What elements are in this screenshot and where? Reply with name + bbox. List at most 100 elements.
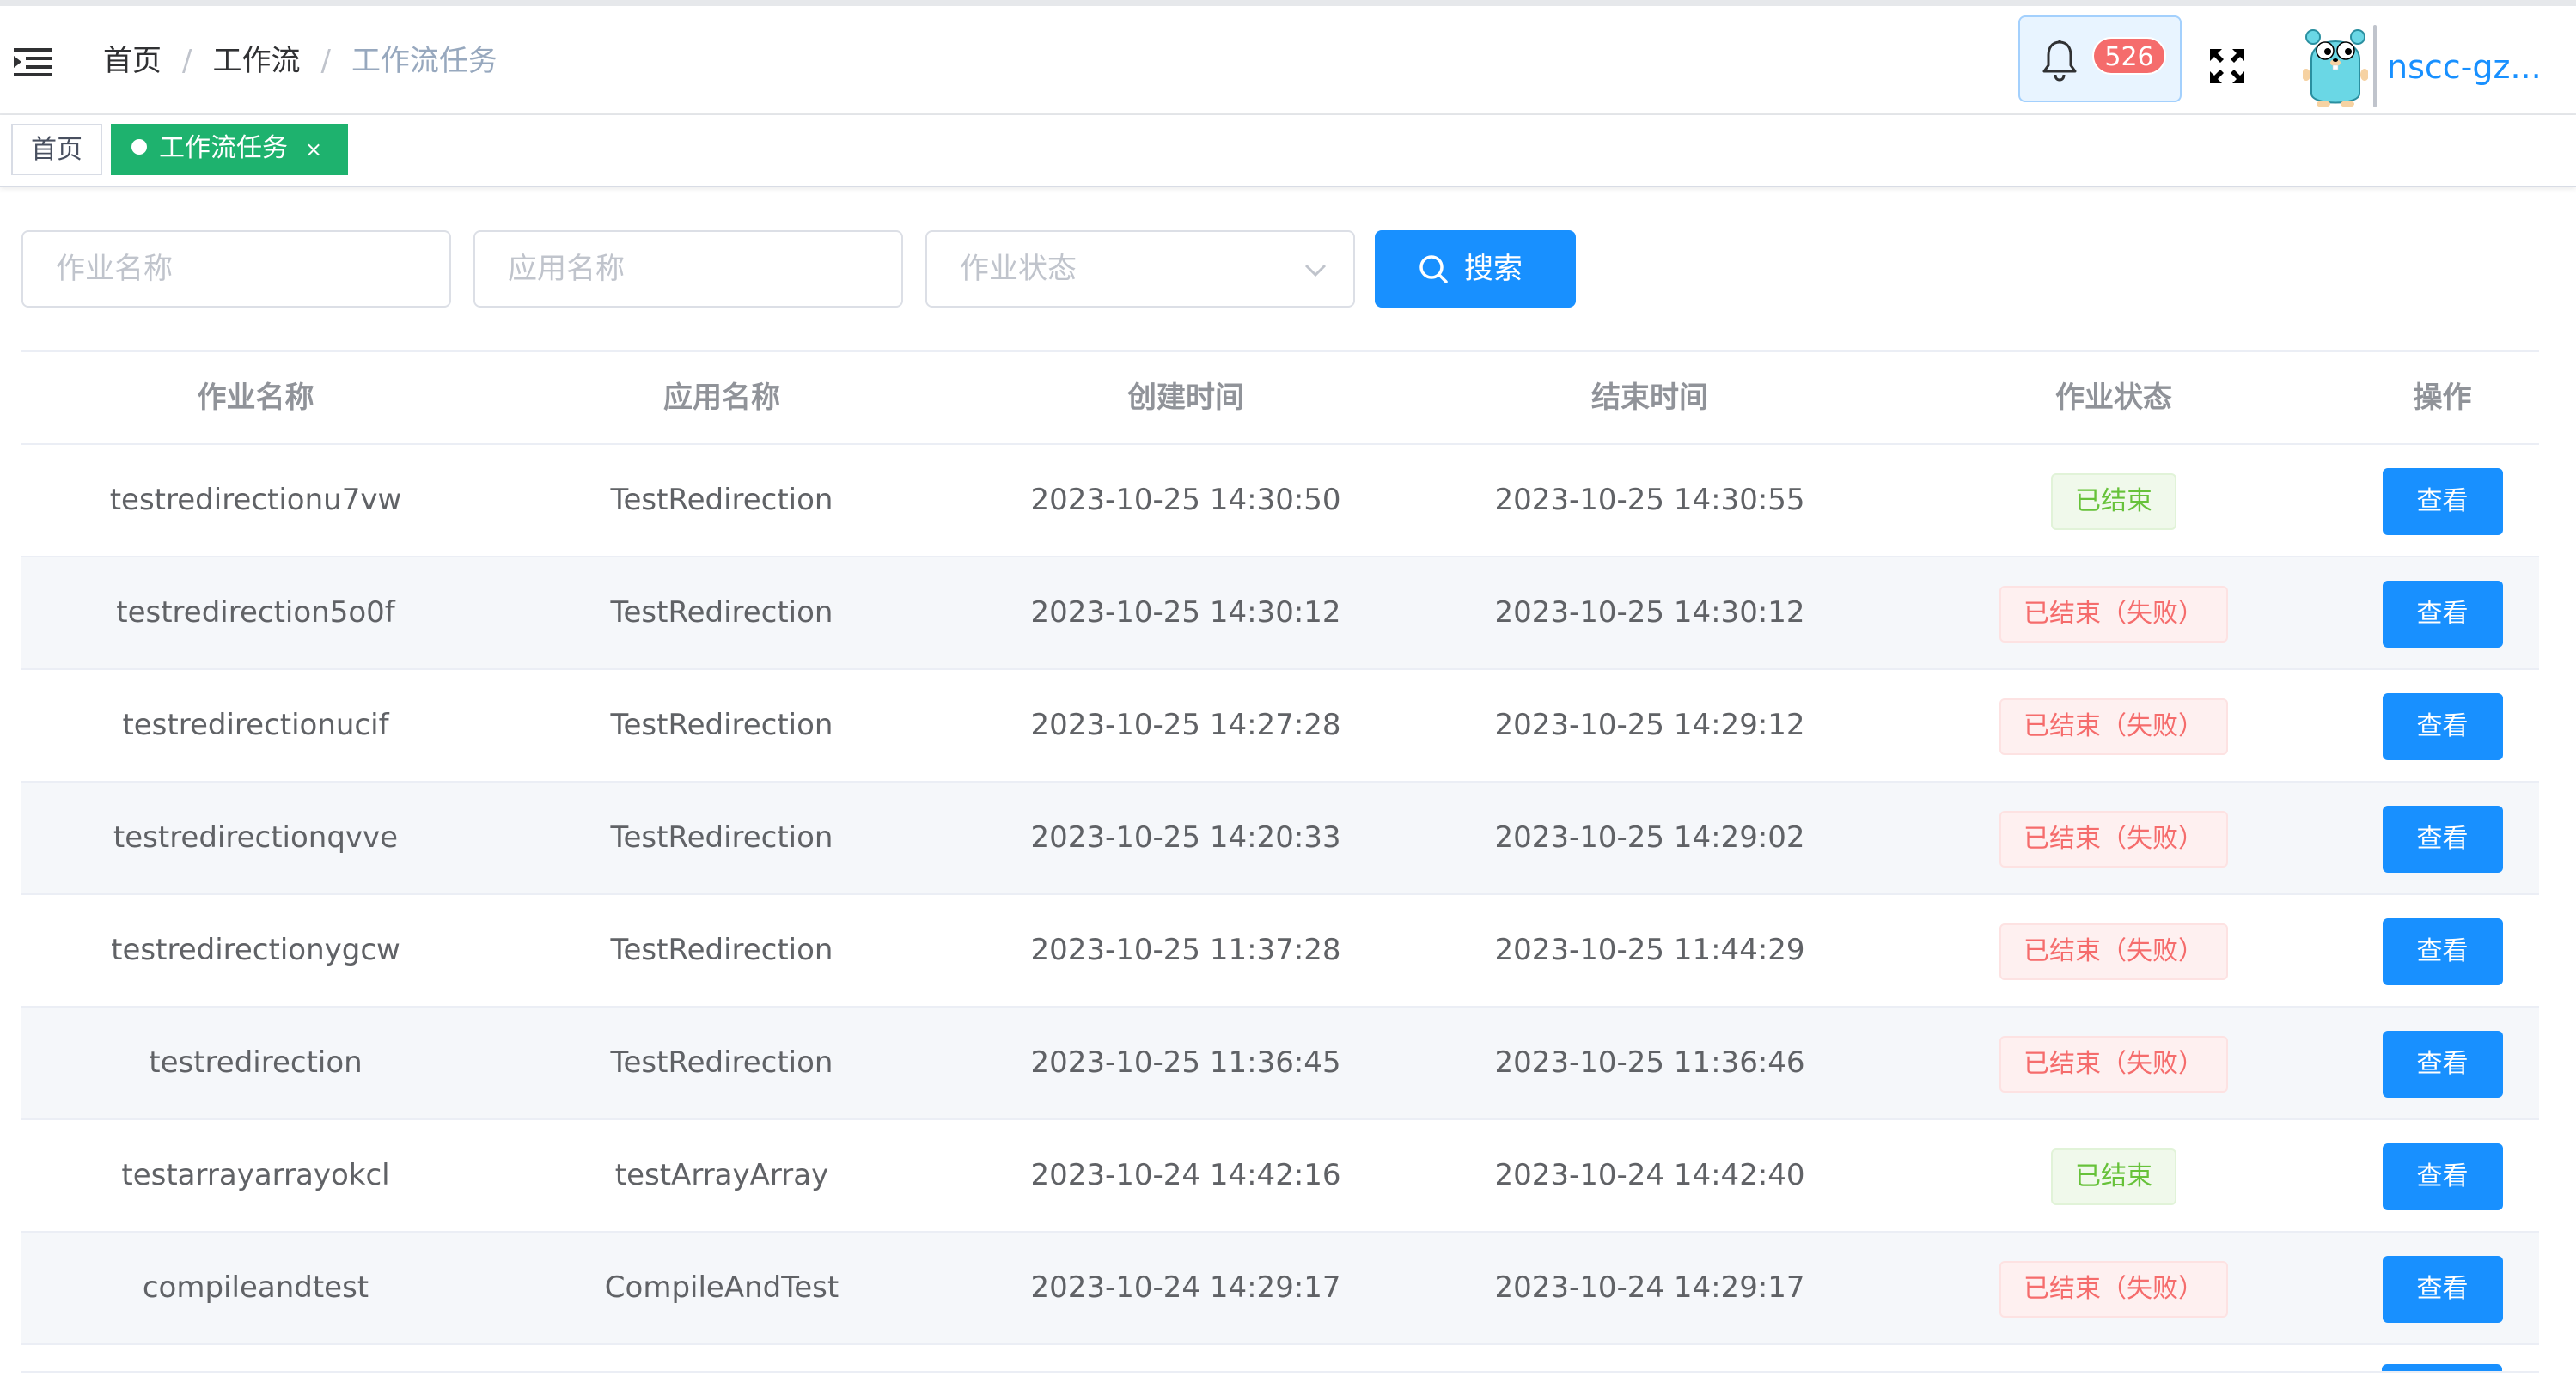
- fullscreen-icon[interactable]: [2208, 47, 2246, 85]
- status-badge: 已结束（失败）: [1999, 698, 2228, 755]
- view-button[interactable]: 查看: [2382, 1255, 2503, 1323]
- breadcrumb-workflow[interactable]: 工作流: [212, 44, 300, 78]
- view-button[interactable]: 查看: [2382, 805, 2503, 873]
- table-row: testredirectionygcw TestRedirection 2023-1…: [21, 895, 2539, 1008]
- action-cell: 查看: [2346, 670, 2539, 781]
- action-cell: 查看: [2346, 783, 2539, 893]
- breadcrumb-current: 工作流任务: [351, 44, 497, 78]
- view-button[interactable]: 查看: [2382, 917, 2503, 985]
- status-badge: 已结束（失败）: [1999, 810, 2228, 868]
- tags-view: 首页 工作流任务 ×: [0, 115, 2576, 187]
- search-icon: [1419, 255, 1448, 283]
- view-button[interactable]: [2382, 1364, 2502, 1371]
- view-button[interactable]: 查看: [2382, 580, 2503, 648]
- created-time-cell: 2023-10-25 14:30:12: [1030, 595, 1341, 630]
- active-dot-icon: [131, 138, 147, 155]
- created-time-cell: 2023-10-25 11:37:28: [1030, 933, 1341, 967]
- breadcrumb-separator: /: [182, 44, 192, 78]
- action-cell: 查看: [2346, 895, 2539, 1006]
- created-time-cell: 2023-10-25 14:20:33: [1030, 820, 1341, 855]
- end-time-cell: 2023-10-24 14:29:17: [1494, 1270, 1805, 1305]
- tag-workflow-tasks[interactable]: 工作流任务 ×: [111, 124, 348, 175]
- header-app-name: 应用名称: [663, 381, 780, 415]
- tag-label: 工作流任务: [159, 133, 288, 163]
- notifications-button[interactable]: 526: [2018, 15, 2182, 102]
- notification-count-badge: 526: [2092, 37, 2166, 75]
- table-row: testredirection5o0f TestRedirection 2023-1…: [21, 557, 2539, 670]
- job-status-select[interactable]: 作业状态: [925, 230, 1355, 308]
- job-name-cell: testredirectionygcw: [111, 933, 400, 967]
- header-actions: 操作: [2413, 381, 2472, 415]
- table-row: testarrayarrayokcl testArrayArray 2023-10-…: [21, 1120, 2539, 1233]
- status-cell: 已结束（失败）: [1882, 783, 2346, 893]
- breadcrumb: 首页 / 工作流 / 工作流任务: [103, 42, 497, 80]
- username[interactable]: nscc-gz...: [2387, 47, 2542, 87]
- status-badge: 已结束: [2051, 1148, 2176, 1205]
- app-name-input[interactable]: 应用名称: [473, 230, 903, 308]
- end-time-cell: 2023-10-24 14:42:40: [1494, 1158, 1805, 1192]
- app-name-cell: TestRedirection: [610, 820, 833, 855]
- job-status-placeholder: 作业状态: [960, 252, 1077, 286]
- status-cell: 已结束（失败）: [1882, 1008, 2346, 1118]
- hamburger-icon[interactable]: [14, 46, 52, 77]
- bell-icon: [2042, 40, 2077, 82]
- close-icon[interactable]: ×: [305, 137, 322, 161]
- gopher-avatar[interactable]: [2303, 25, 2368, 107]
- jobs-table: 作业名称 应用名称 创建时间 结束时间 作业状态 操作 testredirect…: [21, 350, 2539, 1345]
- table-row: testredirectionqvve TestRedirection 2023-1…: [21, 783, 2539, 895]
- chevron-down-icon: [1304, 264, 1327, 277]
- end-time-cell: 2023-10-25 11:36:46: [1494, 1045, 1805, 1080]
- end-time-cell: 2023-10-25 14:30:55: [1494, 483, 1805, 517]
- header-status: 作业状态: [2055, 381, 2172, 415]
- search-button[interactable]: 搜索: [1375, 230, 1576, 308]
- app-name-cell: TestRedirection: [610, 933, 833, 967]
- status-cell: 已结束: [1882, 445, 2346, 556]
- job-name-cell: testredirectionqvve: [113, 820, 399, 855]
- view-button[interactable]: 查看: [2382, 1030, 2503, 1098]
- table-row: testredirectionucif TestRedirection 2023-1…: [21, 670, 2539, 783]
- table-row: testredirectionu7vw TestRedirection 2023-1…: [21, 445, 2539, 557]
- app-name-cell: TestRedirection: [610, 483, 833, 517]
- created-time-cell: 2023-10-25 11:36:45: [1030, 1045, 1341, 1080]
- tag-home[interactable]: 首页: [11, 124, 102, 175]
- job-name-cell: testredirectionu7vw: [109, 483, 402, 517]
- status-cell: 已结束（失败）: [1882, 1233, 2346, 1343]
- job-name-cell: testredirectionucif: [122, 708, 389, 742]
- created-time-cell: 2023-10-25 14:27:28: [1030, 708, 1341, 742]
- breadcrumb-home[interactable]: 首页: [103, 44, 162, 78]
- app-name-cell: TestRedirection: [610, 1045, 833, 1080]
- status-badge: 已结束（失败）: [1999, 585, 2228, 643]
- app-name-cell: CompileAndTest: [604, 1270, 839, 1305]
- top-border: [0, 0, 2576, 6]
- job-name-cell: testarrayarrayokcl: [121, 1158, 390, 1192]
- avatar-divider: [2373, 25, 2377, 107]
- table-header: 作业名称 应用名称 创建时间 结束时间 作业状态 操作: [21, 350, 2539, 445]
- action-cell: 查看: [2346, 1233, 2539, 1343]
- status-cell: 已结束: [1882, 1120, 2346, 1231]
- created-time-cell: 2023-10-24 14:42:16: [1030, 1158, 1341, 1192]
- view-button[interactable]: 查看: [2382, 1142, 2503, 1210]
- job-name-cell: testredirection: [149, 1045, 363, 1080]
- app-name-cell: TestRedirection: [610, 595, 833, 630]
- action-cell: 查看: [2346, 445, 2539, 556]
- job-name-cell: testredirection5o0f: [116, 595, 395, 630]
- end-time-cell: 2023-10-25 14:30:12: [1494, 595, 1805, 630]
- status-cell: 已结束（失败）: [1882, 557, 2346, 668]
- action-cell: 查看: [2346, 557, 2539, 668]
- job-name-input[interactable]: 作业名称: [21, 230, 451, 308]
- status-badge: 已结束: [2051, 472, 2176, 530]
- created-time-cell: 2023-10-25 14:30:50: [1030, 483, 1341, 517]
- view-button[interactable]: 查看: [2382, 692, 2503, 760]
- action-cell: 查看: [2346, 1120, 2539, 1231]
- action-cell: 查看: [2346, 1008, 2539, 1118]
- search-button-label: 搜索: [1464, 252, 1523, 286]
- created-time-cell: 2023-10-24 14:29:17: [1030, 1270, 1341, 1305]
- end-time-cell: 2023-10-25 14:29:02: [1494, 820, 1805, 855]
- end-time-cell: 2023-10-25 14:29:12: [1494, 708, 1805, 742]
- navbar: 首页 / 工作流 / 工作流任务 526 nscc-gz...: [0, 6, 2576, 115]
- view-button[interactable]: 查看: [2382, 467, 2503, 535]
- app-name-cell: testArrayArray: [614, 1158, 829, 1192]
- status-badge: 已结束（失败）: [1999, 1260, 2228, 1318]
- header-ended: 结束时间: [1591, 381, 1708, 415]
- status-badge: 已结束（失败）: [1999, 1035, 2228, 1093]
